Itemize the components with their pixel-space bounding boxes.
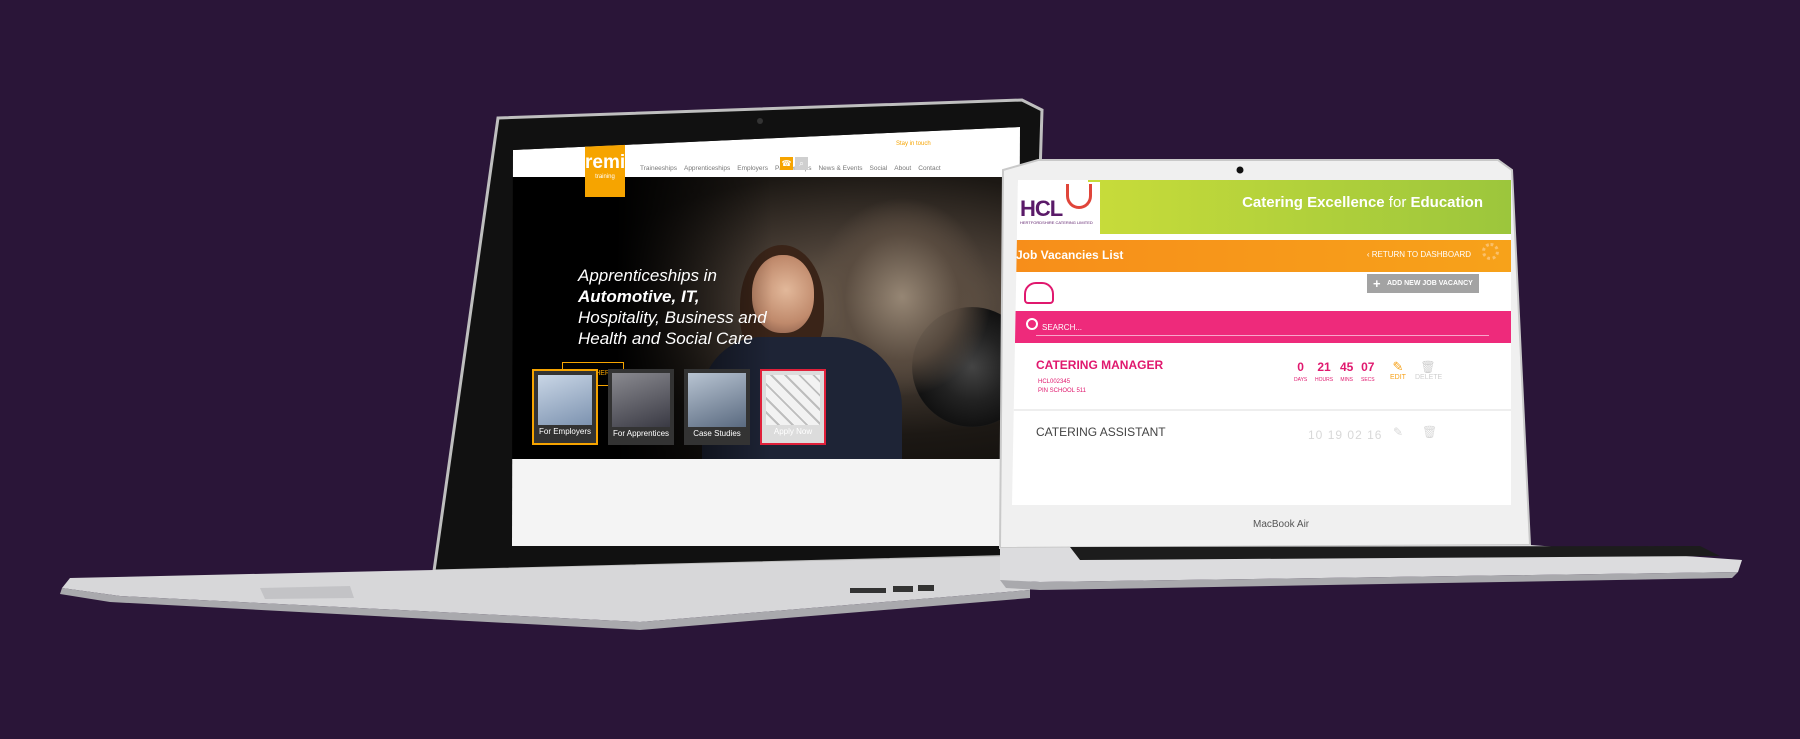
- search-input[interactable]: [1042, 320, 1342, 334]
- hcl-header: HCL HERTFORDSHIRE CATERING LIMITED Cater…: [1012, 180, 1511, 234]
- bowl-icon: [1066, 184, 1092, 209]
- countdown-unit: HOURS: [1315, 377, 1334, 383]
- job-title-2[interactable]: CATERING ASSISTANT: [1036, 425, 1166, 439]
- tagline-part-1: Catering Excellence: [1242, 194, 1385, 211]
- edit-button[interactable]: ✎ EDIT: [1388, 359, 1408, 382]
- countdown-value: 19: [1327, 428, 1344, 442]
- pencil-icon: ✎: [1392, 359, 1404, 374]
- edit-label: EDIT: [1390, 374, 1406, 381]
- countdown-unit: SECS: [1361, 377, 1375, 383]
- delete-button[interactable]: 🗑 DELETE: [1415, 360, 1443, 381]
- add-new-job-vacancy-button[interactable]: + ADD NEW JOB VACANCY: [1367, 274, 1479, 293]
- countdown-hours: 21 HOURS: [1315, 360, 1333, 383]
- return-to-dashboard-link[interactable]: ‹ RETURN TO DASHBOARD: [1367, 250, 1471, 259]
- trash-icon: 🗑: [1420, 360, 1436, 374]
- right-screen: HCL HERTFORDSHIRE CATERING LIMITED Cater…: [1012, 180, 1511, 505]
- job-ref: HCL002345: [1038, 379, 1071, 385]
- countdown-secs: 07 SECS: [1361, 360, 1375, 383]
- tagline-part-3: Education: [1410, 194, 1483, 211]
- countdown-value: 16: [1367, 428, 1383, 442]
- countdown-value: 0: [1297, 360, 1304, 374]
- logo-subtext: HERTFORDSHIRE CATERING LIMITED: [1020, 220, 1093, 225]
- countdown-value: 10: [1308, 428, 1324, 442]
- job-school: PIN SCHOOL 511: [1038, 388, 1087, 394]
- logo-initials: HCL: [1020, 196, 1063, 221]
- search-underline: [1036, 335, 1489, 336]
- countdown-days: 0 DAYS: [1294, 360, 1307, 383]
- hcl-logo[interactable]: HCL HERTFORDSHIRE CATERING LIMITED: [1020, 182, 1100, 234]
- delete-label: DELETE: [1415, 374, 1443, 381]
- tagline-part-2: for: [1384, 194, 1411, 211]
- pencil-icon[interactable]: ✎: [1393, 425, 1403, 439]
- countdown-value: 02: [1347, 428, 1363, 442]
- row-divider: [1012, 409, 1511, 411]
- add-button-label: ADD NEW JOB VACANCY: [1387, 280, 1473, 287]
- job-meta-1: HCL002345 PIN SCHOOL 511: [1038, 378, 1086, 396]
- countdown-unit: MINS: [1340, 377, 1353, 383]
- return-label: RETURN TO DASHBOARD: [1371, 250, 1471, 259]
- section-title: Job Vacancies List: [1016, 248, 1124, 262]
- countdown-value: 07: [1361, 360, 1375, 374]
- hat-shape: [1024, 282, 1054, 304]
- gear-icon[interactable]: [1482, 243, 1499, 260]
- countdown-value: 21: [1317, 360, 1331, 374]
- search-icon: [1026, 318, 1038, 330]
- countdown-unit: DAYS: [1294, 377, 1308, 383]
- countdown-mins: 45 MINS: [1340, 360, 1353, 383]
- plus-icon: +: [1373, 276, 1381, 291]
- right-laptop-frame: [998, 159, 1742, 590]
- countdown-value: 45: [1340, 360, 1354, 374]
- tagline: Catering Excellence for Education: [1242, 194, 1483, 211]
- laptop-model-label: MacBook Air: [1253, 519, 1310, 530]
- trash-icon[interactable]: 🗑: [1422, 425, 1437, 439]
- countdown-row-2: 10 19 02 16: [1308, 428, 1382, 442]
- job-title-1[interactable]: CATERING MANAGER: [1036, 358, 1163, 372]
- showcase-stage: Apprenticeships in Automotive, IT, Hospi…: [0, 0, 1800, 739]
